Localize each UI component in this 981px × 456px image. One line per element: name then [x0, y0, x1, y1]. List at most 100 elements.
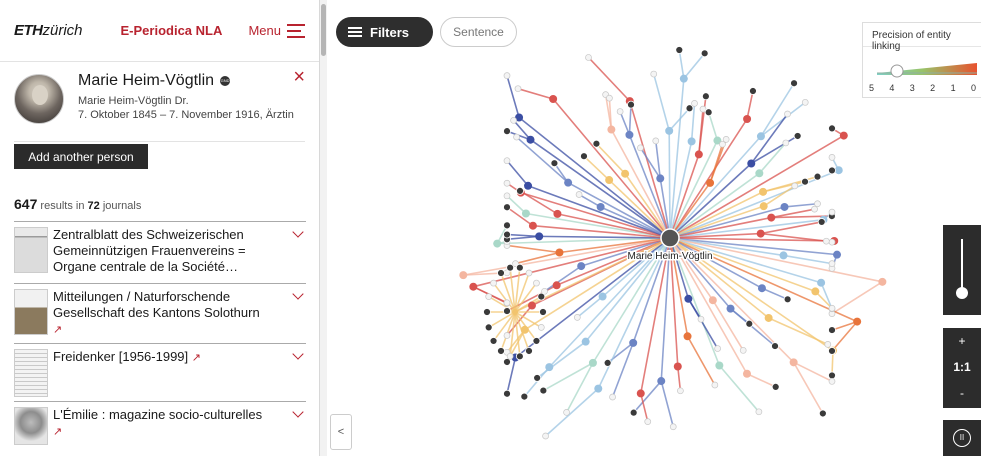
graph-node: [607, 125, 616, 134]
scrollbar-thumb[interactable]: [321, 4, 326, 56]
precision-slider[interactable]: [877, 61, 977, 79]
graph-leaf-node: [525, 269, 533, 277]
graph-node: [764, 313, 773, 322]
graph-leaf-photo: [516, 186, 524, 195]
graph-edge: [698, 96, 707, 155]
graph-node: [817, 278, 826, 287]
graph-node: [553, 209, 562, 218]
external-link-icon[interactable]: ↗: [192, 352, 201, 364]
graph-leaf-photo: [603, 358, 612, 367]
person-name-row: Marie Heim-Vögtlin GND: [78, 72, 294, 90]
graph-node: [512, 309, 518, 315]
collapse-sidebar-button[interactable]: <: [330, 414, 352, 450]
zoom-reset-button[interactable]: 1:1: [943, 354, 981, 380]
graph-node: [656, 174, 665, 183]
logo-bold: ETH: [14, 22, 43, 39]
graph-leaf-photo: [790, 79, 798, 88]
graph-leaf-photo: [771, 342, 779, 350]
zoom-slider-knob[interactable]: [956, 287, 968, 299]
pause-icon: II: [953, 429, 971, 447]
graph-node: [621, 169, 630, 178]
graph-leaf-node: [828, 238, 836, 246]
graph-node: [526, 135, 535, 144]
external-link-icon[interactable]: ↗: [53, 426, 62, 438]
graph-node: [687, 137, 696, 146]
sentence-button[interactable]: Sentence: [440, 17, 517, 47]
zoom-slider[interactable]: [943, 225, 981, 315]
graph-leaf-node: [828, 154, 836, 161]
chevron-down-icon[interactable]: [292, 288, 304, 300]
graph-edge: [628, 104, 632, 135]
graph-node: [833, 250, 842, 259]
graph-edge: [768, 317, 829, 346]
graph-leaf-node: [811, 205, 818, 213]
tick-label: 2: [930, 83, 936, 93]
graph-node: [683, 332, 692, 341]
graph-leaf-node: [503, 299, 511, 307]
results-text-1: results in: [40, 200, 85, 212]
graph-leaf-node: [513, 133, 520, 141]
eth-logo[interactable]: ETHzürich: [14, 22, 83, 39]
graph-leaf-node: [503, 157, 511, 165]
graph-leaf-node: [503, 192, 511, 200]
chevron-down-icon[interactable]: [292, 226, 304, 238]
person-info: Marie Heim-Vögtlin GND Marie Heim-Vögtli…: [78, 72, 294, 131]
journal-list: Zentralblatt des Schweizerischen Gemeinn…: [14, 221, 306, 451]
zoom-controls: + 1:1 -: [943, 328, 981, 408]
graph-node: [878, 277, 887, 286]
graph-node: [598, 292, 607, 301]
chevron-down-icon[interactable]: [292, 406, 304, 418]
graph-leaf-photo: [503, 127, 511, 136]
add-person-button[interactable]: Add another person: [14, 144, 148, 169]
graph-edge: [718, 364, 760, 413]
graph-leaf-node: [537, 324, 545, 331]
graph-leaf-node: [652, 137, 660, 145]
graph-node: [594, 384, 603, 393]
person-card: Marie Heim-Vögtlin GND Marie Heim-Vögtli…: [14, 62, 305, 142]
graph-leaf-node: [711, 381, 719, 389]
chevron-down-icon[interactable]: [292, 348, 304, 360]
graph-node: [527, 301, 536, 310]
zoom-out-button[interactable]: -: [943, 380, 981, 406]
graph-edge: [506, 75, 520, 118]
filters-button[interactable]: Filters: [336, 17, 433, 47]
brand-title[interactable]: E-Periodica NLA: [121, 23, 223, 38]
sidebar-scrollbar[interactable]: [320, 0, 327, 456]
zoom-in-button[interactable]: +: [943, 328, 981, 354]
graph-leaf-photo: [539, 386, 548, 395]
graph-leaf-photo: [520, 392, 529, 401]
graph-leaf-node: [644, 418, 652, 425]
graph-edge: [746, 90, 754, 120]
graph-leaf-photo: [627, 100, 635, 109]
pause-button[interactable]: II: [943, 420, 981, 456]
menu-button[interactable]: Menu: [248, 23, 305, 38]
filters-label: Filters: [370, 24, 410, 40]
journal-item[interactable]: Freidenker [1956-1999] ↗: [14, 343, 306, 401]
zoom-slider-track: [961, 239, 963, 291]
gnd-badge-icon[interactable]: GND: [220, 76, 231, 86]
graph-edge: [545, 388, 599, 437]
graph-node: [555, 248, 564, 257]
graph-leaf-node: [828, 377, 836, 385]
graph-node: [673, 362, 682, 371]
graph-node: [528, 221, 537, 230]
graph-edge: [629, 100, 671, 239]
graph-leaf-node: [506, 352, 514, 360]
graph-leaf-photo: [503, 230, 511, 239]
graph-node: [605, 176, 614, 185]
precision-panel: Precision of entity linking 5 4 3 2 1 0: [862, 22, 981, 98]
journal-item[interactable]: Zentralblatt des Schweizerischen Gemeinn…: [14, 221, 306, 283]
graph-leaf-node: [814, 200, 821, 208]
graph-node: [545, 363, 554, 372]
journal-item[interactable]: Mitteilungen / Naturforschende Gesellsch…: [14, 283, 306, 343]
close-person-icon[interactable]: ×: [293, 66, 305, 89]
graph-leaf-node: [828, 260, 836, 267]
graph-node: [549, 95, 558, 104]
graph-leaf-node: [755, 408, 763, 416]
graph-leaf-photo: [828, 124, 836, 133]
tick-label: 5: [869, 83, 875, 93]
journal-item[interactable]: L'Émilie : magazine socio-culturelles ↗: [14, 401, 306, 451]
external-link-icon[interactable]: ↗: [53, 324, 62, 336]
graph-leaf-photo: [801, 177, 809, 186]
graph-leaf-node: [697, 315, 705, 323]
